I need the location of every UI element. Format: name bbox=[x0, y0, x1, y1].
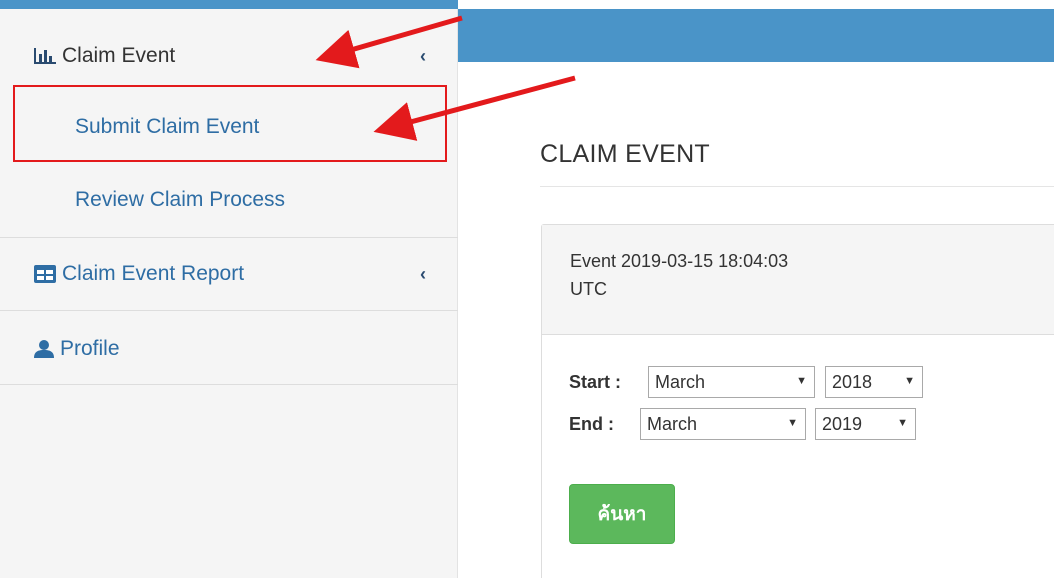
end-year-value: 2019 bbox=[822, 413, 863, 434]
start-year-select[interactable]: 2018 ▼ bbox=[825, 366, 923, 398]
end-label: End : bbox=[569, 414, 614, 434]
start-year-value: 2018 bbox=[832, 371, 873, 392]
dropdown-arrow-icon: ▼ bbox=[787, 417, 798, 429]
annotation-highlight-box bbox=[13, 85, 447, 162]
dropdown-arrow-icon: ▼ bbox=[897, 417, 908, 429]
sidebar-item-profile[interactable]: Profile bbox=[0, 331, 458, 367]
sidebar-top-accent bbox=[0, 0, 458, 9]
panel-heading: Event 2019-03-15 18:04:03 UTC bbox=[542, 225, 1054, 335]
user-icon bbox=[34, 340, 54, 358]
event-timestamp: Event 2019-03-15 18:04:03 bbox=[570, 251, 789, 271]
table-icon bbox=[34, 265, 56, 283]
search-button[interactable]: ค้นหา bbox=[569, 484, 675, 544]
top-navbar bbox=[458, 9, 1054, 62]
sidebar-item-label: Claim Event bbox=[62, 44, 176, 67]
end-year-select[interactable]: 2019 ▼ bbox=[815, 408, 916, 440]
chevron-left-icon: ‹ bbox=[420, 45, 426, 66]
sidebar-divider bbox=[0, 310, 458, 311]
end-month-value: March bbox=[647, 413, 698, 434]
sidebar-item-claim-event[interactable]: Claim Event ‹ bbox=[0, 38, 458, 74]
sidebar-item-label: Profile bbox=[60, 337, 120, 360]
title-divider bbox=[540, 186, 1054, 187]
sidebar-divider bbox=[0, 384, 458, 385]
app-window: Claim Event ‹ Submit Claim Event Review … bbox=[0, 0, 1054, 578]
sidebar-subitem-review-claim-process[interactable]: Review Claim Process bbox=[75, 188, 285, 212]
page-title: CLAIM EVENT bbox=[540, 140, 710, 168]
start-month-select[interactable]: March ▼ bbox=[648, 366, 815, 398]
dropdown-arrow-icon: ▼ bbox=[796, 375, 807, 387]
start-label: Start : bbox=[569, 372, 622, 392]
start-month-value: March bbox=[655, 371, 706, 392]
bar-chart-icon bbox=[34, 48, 56, 64]
end-month-select[interactable]: March ▼ bbox=[640, 408, 806, 440]
event-timezone: UTC bbox=[570, 279, 607, 299]
sidebar-item-label: Claim Event Report bbox=[62, 262, 245, 285]
sidebar-item-claim-event-report[interactable]: Claim Event Report ‹ bbox=[0, 256, 458, 292]
chevron-left-icon: ‹ bbox=[420, 263, 426, 284]
dropdown-arrow-icon: ▼ bbox=[904, 375, 915, 387]
sidebar-divider bbox=[0, 237, 458, 238]
